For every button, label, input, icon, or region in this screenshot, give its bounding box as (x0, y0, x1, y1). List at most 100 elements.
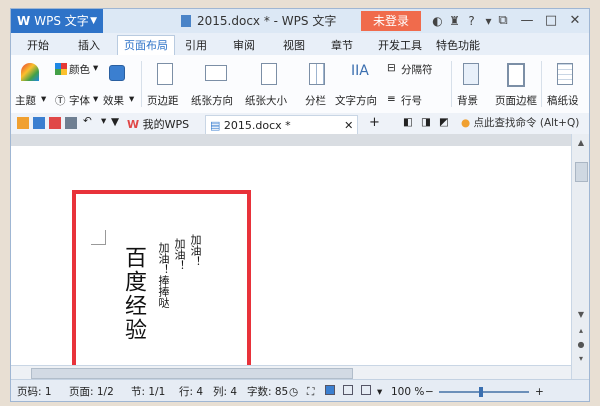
text-direction-button[interactable]: 文字方向 (335, 93, 377, 108)
command-search[interactable]: ● 点此查找命令 (Alt+Q) (461, 113, 579, 134)
outline-view-icon[interactable] (343, 380, 353, 401)
history-icon[interactable]: ◷ (289, 380, 298, 401)
ribbon-page-layout: 主题 ▾ 颜色 ▾ Ⓣ 字体 ▾ 效果 ▾ 页边距 纸张方向 纸张大小 分栏 I… (11, 55, 589, 114)
new-tab-icon[interactable]: + (369, 115, 380, 130)
vertical-text-main[interactable]: 百度经验 (117, 246, 149, 342)
background-icon (463, 63, 479, 85)
horizontal-scrollbar[interactable] (11, 365, 571, 380)
zoom-slider[interactable] (439, 391, 529, 393)
columns-button[interactable]: 分栏 (305, 93, 326, 108)
break-button[interactable]: 分隔符 (401, 62, 433, 77)
print-icon[interactable] (65, 117, 77, 129)
margins-button[interactable]: 页边距 (147, 93, 179, 108)
undo-icon[interactable]: ↶ (83, 115, 92, 127)
tab-insert[interactable]: 插入 (78, 36, 100, 55)
app-menu-button[interactable]: W WPS 文字 ▼ (11, 9, 103, 33)
margins-icon (157, 63, 173, 85)
document-icon (181, 15, 191, 27)
chevron-down-icon: ▾ (129, 93, 135, 105)
status-pages: 页面: 1/2 (69, 386, 114, 398)
document-title: 2015.docx * - WPS 文字 (181, 9, 336, 33)
title-bar: W WPS 文字 ▼ 2015.docx * - WPS 文字 未登录 ◐ ♜? ▾ … (11, 9, 589, 34)
font-button[interactable]: 字体 (69, 93, 90, 108)
shirt-icon[interactable]: ♜ (446, 9, 463, 33)
theme-button[interactable]: 主题 (15, 93, 36, 108)
font-icon: Ⓣ (55, 95, 66, 107)
tab-references[interactable]: 引用 (185, 36, 207, 55)
chevron-down-icon: ▼ (90, 16, 97, 26)
fullscreen-icon[interactable]: ⛶ (307, 380, 314, 401)
background-button[interactable]: 背景 (457, 93, 478, 108)
tab-chapter[interactable]: 章节 (331, 36, 353, 55)
next-page-icon[interactable]: ▾ (575, 354, 587, 364)
status-section: 节: 1/1 (131, 386, 166, 398)
save-icon[interactable] (33, 117, 45, 129)
dropdown-icon[interactable]: ▾ (101, 115, 106, 127)
status-row: 行: 4 (179, 386, 204, 398)
wps-icon: W (127, 118, 140, 131)
chevron-down-icon: ▾ (93, 93, 99, 105)
horizontal-scroll-thumb[interactable] (31, 368, 353, 379)
scroll-thumb[interactable] (575, 162, 588, 182)
tool-icon-1[interactable]: ◧ (403, 116, 413, 128)
web-view-icon[interactable] (361, 380, 371, 401)
zoom-level[interactable]: 100 % (391, 380, 424, 401)
zoom-out-icon[interactable]: − (425, 380, 434, 401)
paper-size-button[interactable]: 纸张大小 (245, 93, 287, 108)
manuscript-button[interactable]: 稿纸设 (547, 93, 579, 108)
title-tools: ◐ ♜? ▾ (429, 9, 497, 33)
quick-access-bar: ↶ ▾ ▼ W 我的WPS ▤ 2015.docx * ✕ + ◧ ◨ ◩ ● … (11, 113, 589, 135)
pdf-icon[interactable] (49, 117, 61, 129)
page-border-icon (507, 63, 525, 87)
effect-button[interactable]: 效果 (103, 93, 124, 108)
login-button[interactable]: 未登录 (361, 11, 421, 31)
orientation-button[interactable]: 纸张方向 (191, 93, 233, 108)
window-controls: ⧉ — □ ✕ (491, 9, 587, 33)
close-tab-icon[interactable]: ✕ (344, 119, 353, 132)
vertical-text-line[interactable]: 加油！捧捧哒 (155, 242, 171, 308)
chevron-down-icon[interactable]: ▼ (111, 116, 119, 128)
minimize-button[interactable]: — (515, 9, 539, 33)
tab-my-wps[interactable]: W 我的WPS (127, 115, 189, 134)
page-view-icon[interactable] (325, 380, 335, 401)
select-browse-icon[interactable]: ● (575, 340, 587, 350)
skin-icon[interactable]: ◐ (429, 9, 446, 33)
chevron-down-icon: ▾ (93, 62, 99, 74)
manuscript-icon (557, 63, 573, 85)
vertical-text-line[interactable]: 加油！ (187, 234, 203, 267)
wps-logo-icon: W (17, 14, 31, 28)
previous-page-icon[interactable]: ▴ (575, 326, 587, 336)
page-gap (11, 134, 571, 146)
tab-document[interactable]: ▤ 2015.docx * ✕ (205, 115, 359, 135)
page-border-button[interactable]: 页面边框 (495, 93, 537, 108)
color-button[interactable]: 颜色 (69, 62, 90, 77)
tab-developer[interactable]: 开发工具 (378, 36, 422, 55)
tool-icon-3[interactable]: ◩ (439, 116, 449, 128)
vertical-scrollbar[interactable]: ▲ ▼ ▴ ● ▾ (571, 134, 589, 379)
zoom-slider-knob[interactable] (479, 387, 483, 397)
scroll-down-icon[interactable]: ▼ (575, 310, 587, 320)
orientation-icon (205, 65, 227, 81)
tab-start[interactable]: 开始 (27, 36, 49, 55)
close-button[interactable]: ✕ (563, 9, 587, 33)
help-icon[interactable]: ? (463, 9, 480, 33)
ribbon-divider (451, 61, 452, 107)
scroll-up-icon[interactable]: ▲ (575, 138, 587, 148)
tab-view[interactable]: 视图 (283, 36, 305, 55)
reading-view-icon[interactable]: ▾ (377, 380, 382, 401)
restore-icon[interactable]: ⧉ (491, 9, 515, 33)
line-numbers-button[interactable]: 行号 (401, 93, 422, 108)
app-name: WPS 文字 (34, 14, 89, 28)
tab-special[interactable]: 特色功能 (436, 36, 480, 55)
zoom-in-icon[interactable]: + (535, 380, 544, 401)
maximize-button[interactable]: □ (539, 9, 563, 33)
break-icon: ⊟ (387, 62, 396, 74)
chevron-down-icon: ▾ (41, 93, 47, 105)
tab-review[interactable]: 审阅 (233, 36, 255, 55)
tool-icon-2[interactable]: ◨ (421, 116, 431, 128)
tab-page-layout[interactable]: 页面布局 (117, 35, 175, 55)
open-folder-icon[interactable] (17, 117, 29, 129)
vertical-text-line[interactable]: 加油！ (171, 238, 187, 271)
line-numbers-icon: ≡ (387, 93, 396, 105)
document-canvas[interactable]: 百度经验 加油！捧捧哒 加油！ 加油！ (11, 134, 571, 379)
